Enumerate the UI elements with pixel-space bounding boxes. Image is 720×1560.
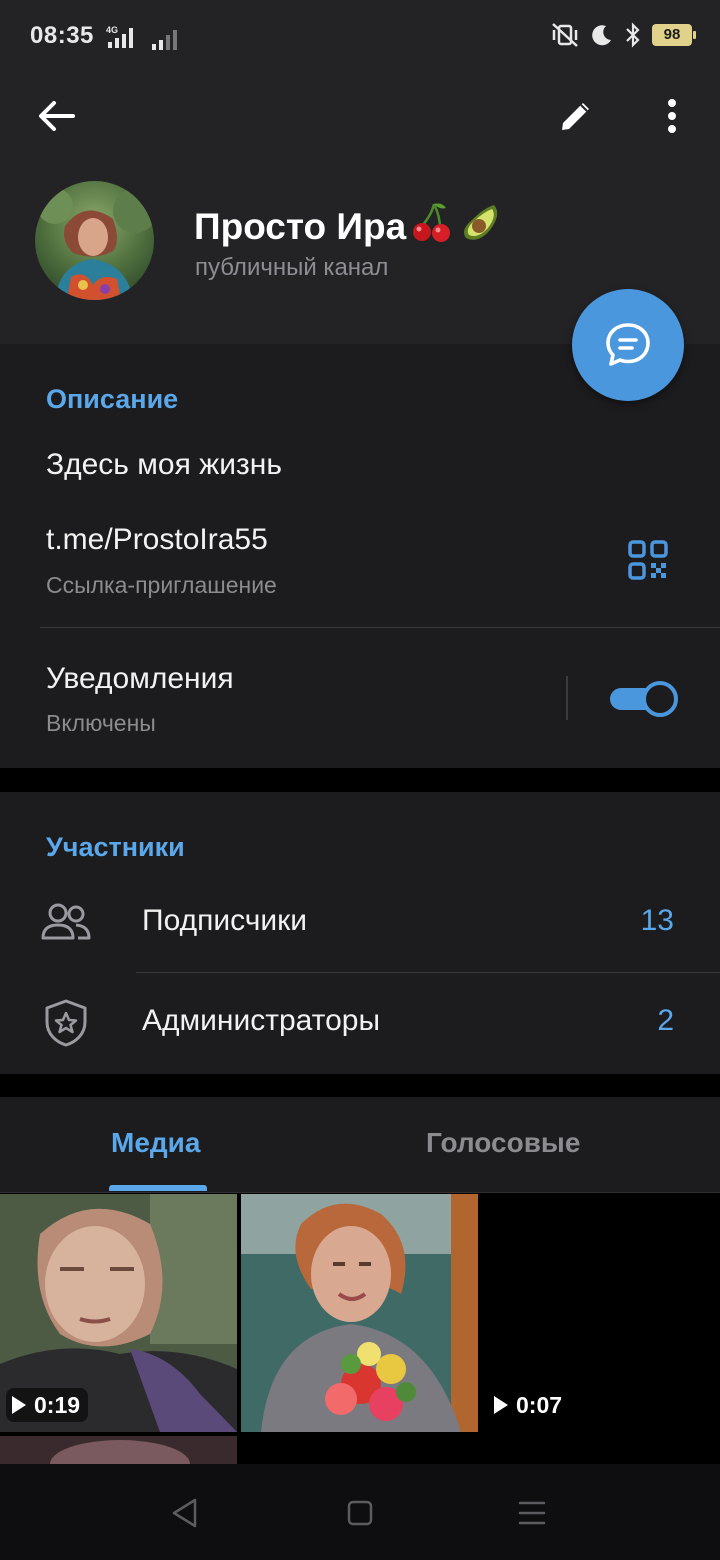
nav-home-button[interactable] (335, 1488, 385, 1538)
media-tile[interactable] (0, 1436, 237, 1464)
edit-button[interactable] (546, 86, 606, 146)
triangle-back-icon (172, 1498, 197, 1528)
notifications-toggle[interactable] (610, 680, 678, 717)
channel-name-text: Просто Ира (194, 205, 407, 247)
arrow-left-icon (39, 101, 75, 131)
administrators-count: 2 (657, 1004, 674, 1037)
tab-voice[interactable]: Голосовые (426, 1127, 580, 1159)
active-tab-indicator (109, 1185, 207, 1191)
subscribers-label: Подписчики (142, 904, 308, 937)
avocado-emoji-icon (458, 200, 502, 253)
pencil-icon (562, 103, 589, 130)
signal-icon (152, 30, 177, 50)
channel-avatar[interactable] (35, 181, 154, 300)
description-title: Описание (46, 384, 179, 414)
administrators-row[interactable]: Администраторы 2 (0, 973, 720, 1073)
people-icon (40, 896, 92, 948)
channel-type: публичный канал (195, 254, 389, 281)
channel-info-section: Описание Здесь моя жизнь t.me/ProstoIra5… (0, 344, 720, 768)
menu-lines-icon (518, 1501, 546, 1525)
video-duration-badge: 0:07 (488, 1388, 570, 1422)
shield-star-icon (40, 997, 92, 1049)
nav-recents-button[interactable] (507, 1488, 557, 1538)
cherries-emoji-icon (410, 200, 454, 253)
subscribers-row[interactable]: Подписчики 13 (0, 872, 720, 972)
qr-code-button[interactable] (620, 532, 676, 588)
play-icon (494, 1396, 508, 1414)
chat-bubble-icon (606, 323, 650, 366)
nav-back-button[interactable] (160, 1488, 210, 1538)
video-duration: 0:07 (516, 1391, 563, 1418)
members-title: Участники (46, 832, 185, 862)
notifications-state: Включены (46, 710, 156, 736)
invite-link-caption: Ссылка-приглашение (46, 572, 277, 598)
system-navigation-bar (0, 1464, 720, 1560)
video-duration-badge: 0:19 (6, 1388, 89, 1422)
photo-thumbnail (241, 1194, 478, 1432)
subscribers-count: 13 (640, 904, 674, 937)
invite-link[interactable]: t.me/ProstoIra55 (46, 523, 268, 557)
battery-indicator: 98 (652, 24, 696, 46)
more-options-button[interactable] (642, 86, 702, 146)
divider (40, 627, 720, 628)
qr-code-icon (628, 540, 668, 580)
vibrate-off-icon (552, 23, 578, 47)
signal-4g-icon: 4G (106, 25, 133, 48)
vertical-separator (566, 676, 568, 720)
status-icons: 98 (550, 22, 696, 48)
more-vertical-icon (668, 99, 676, 133)
video-duration: 0:19 (34, 1391, 81, 1418)
square-home-icon (347, 1500, 373, 1526)
toggle-knob (642, 681, 678, 717)
notifications-label[interactable]: Уведомления (46, 662, 234, 696)
bluetooth-icon (626, 22, 640, 48)
media-tile[interactable]: 0:07 (482, 1194, 720, 1432)
description-text[interactable]: Здесь моя жизнь (46, 448, 282, 482)
play-icon (12, 1396, 26, 1414)
members-section: Участники Подписчики 13 Администраторы 2 (0, 792, 720, 1074)
discussion-button[interactable] (572, 289, 684, 401)
channel-name: Просто Ира (194, 200, 502, 253)
administrators-label: Администраторы (142, 1004, 381, 1037)
moon-icon (592, 25, 611, 46)
tab-media[interactable]: Медиа (111, 1127, 200, 1159)
network-indicators: 4G (106, 24, 184, 50)
media-grid: 0:19 0:07 (0, 1194, 720, 1464)
media-tile[interactable] (241, 1194, 478, 1432)
svg-text:4G: 4G (106, 25, 118, 35)
status-time: 08:35 (30, 22, 94, 49)
shared-media-tabs: Медиа Голосовые (0, 1097, 720, 1193)
media-tile[interactable]: 0:19 (0, 1194, 237, 1432)
back-button[interactable] (26, 86, 86, 146)
photo-thumbnail (0, 1436, 237, 1464)
status-bar: 08:35 4G 98 (0, 0, 720, 72)
